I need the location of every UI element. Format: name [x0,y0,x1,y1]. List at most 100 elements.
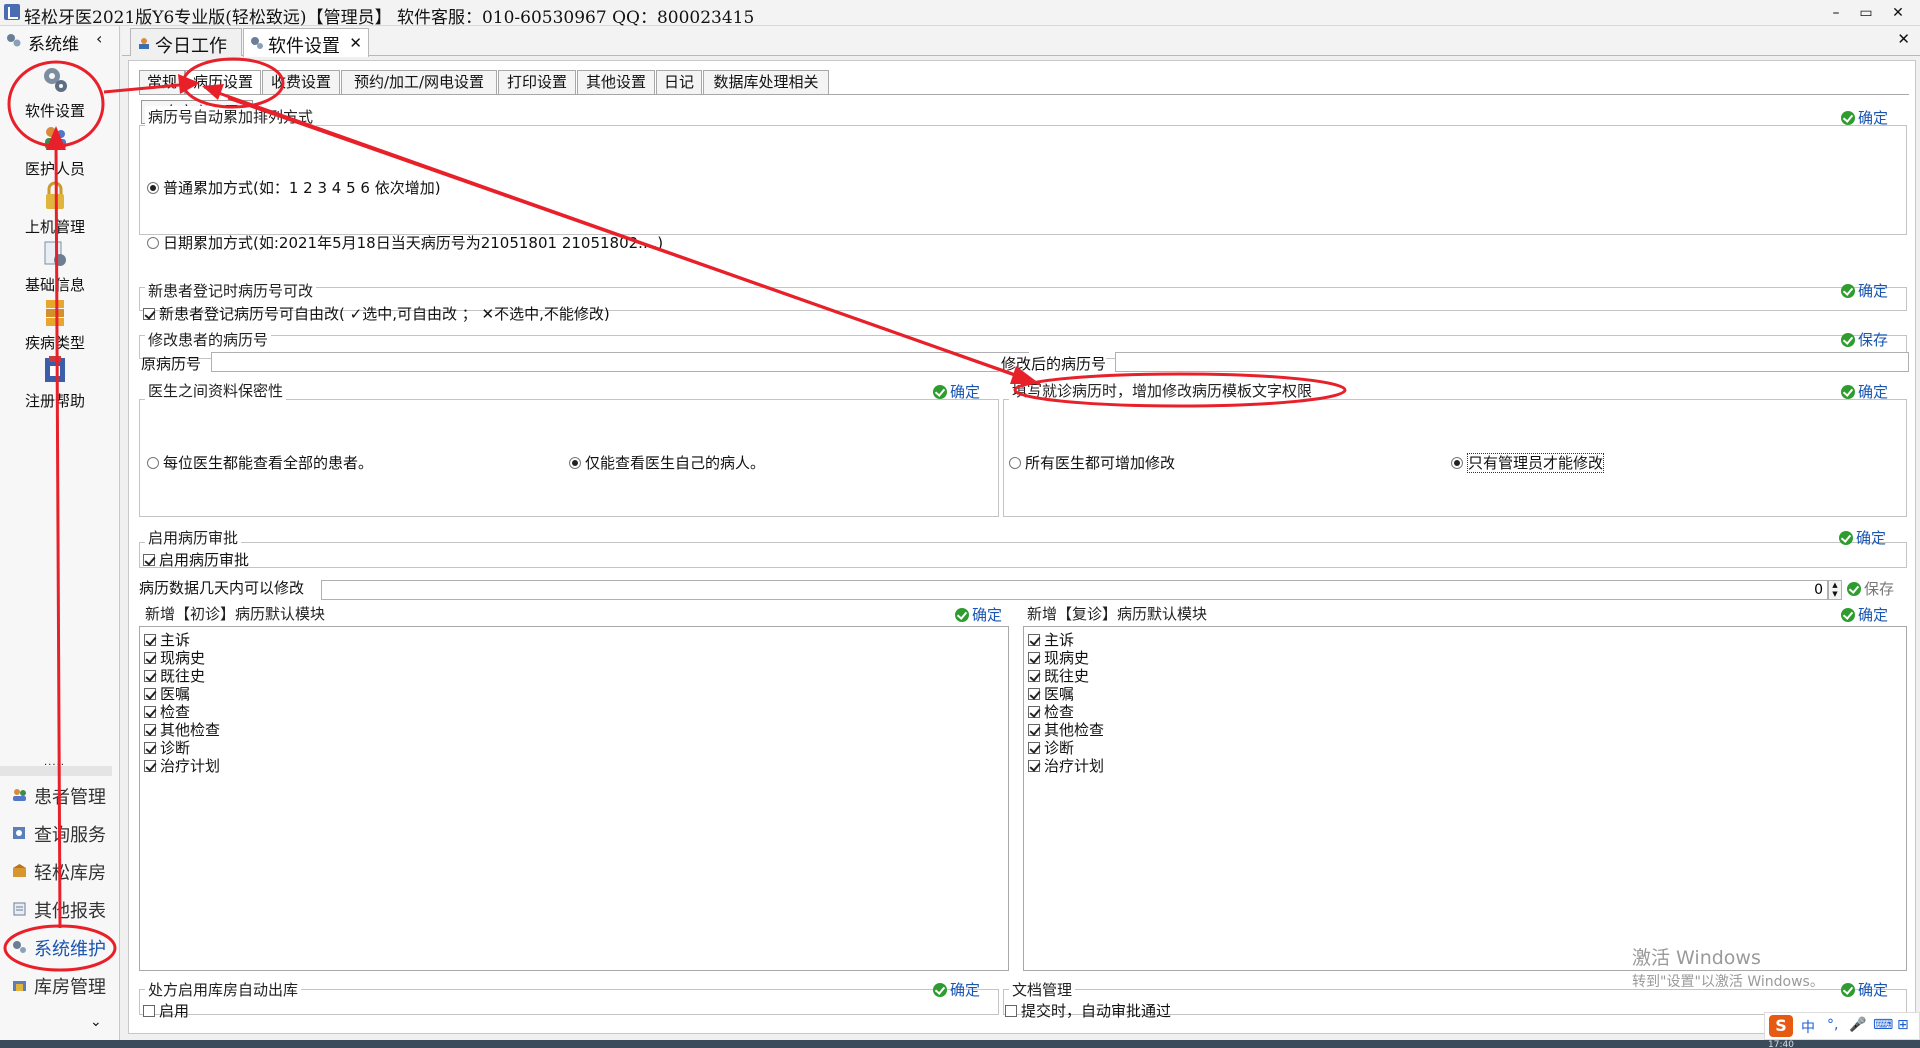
prescription-title: 处方启用库房自动出库 [145,979,302,1000]
punctuation-icon[interactable]: °, [1827,1017,1838,1033]
initial-modules-list: 主诉 现病史 既往史 医嘱 检查 其他检查 诊断 治疗计划 [139,626,1009,971]
edit-days-input[interactable] [321,580,1828,600]
close-tab-icon[interactable]: ✕ [349,34,362,52]
tab-software-settings[interactable]: 软件设置 ✕ [243,28,369,57]
initial-module-item[interactable]: 治疗计划 [144,755,220,776]
subtab-print[interactable]: 打印设置 [498,70,576,94]
tool-basic-info[interactable]: 基础信息 [10,238,100,304]
checkbox-box [144,724,156,736]
save-check-icon [1847,582,1861,596]
subtab-other[interactable]: 其他设置 [577,70,655,94]
documents-title: 文档管理 [1009,979,1076,1000]
help-icon [45,356,65,382]
checkbox-prescription-enable[interactable]: 启用 [143,1000,189,1021]
checkbox-box [144,670,156,682]
checkbox-box [143,308,155,320]
edit-days-save-button[interactable]: 保存 [1847,578,1894,599]
nav-label: 库房管理 [34,977,106,998]
tool-medical-staff[interactable]: 医护人员 [10,122,100,188]
radio-view-all-patients[interactable]: 每位医生都能查看全部的患者。 [147,452,373,473]
tool-login-management[interactable]: 上机管理 [10,180,100,246]
scroll-down-icon[interactable]: ⌄ [90,1014,102,1030]
subtab-general[interactable]: 常规 [139,70,185,94]
nav-store-management[interactable]: 库房管理 [10,970,115,1000]
maintenance-icon [13,941,26,953]
numbering-confirm-button[interactable]: 确定 [1841,107,1888,128]
minimize-button[interactable]: – [1822,2,1850,24]
original-record-input[interactable] [211,352,1029,372]
radio-admin-only-edit[interactable]: 只有管理员才能修改 [1451,452,1605,473]
nav-query-service[interactable]: 查询服务 [10,818,115,848]
new-record-input[interactable] [1115,352,1909,372]
template-permission-confirm-button[interactable]: 确定 [1841,381,1888,402]
edit-days-spinner[interactable]: ▲ ▼ [1828,580,1842,600]
nav-patient-management[interactable]: 患者管理 [10,780,115,810]
subtab-appointment[interactable]: 预约/加工/网电设置 [341,70,497,94]
save-check-icon [1841,333,1855,347]
followup-modules-confirm-button[interactable]: 确定 [1841,604,1888,625]
ime-mode-toggle[interactable]: 中 [1801,1017,1815,1037]
spin-down-icon[interactable]: ▼ [1832,590,1837,598]
modify-save-button[interactable]: 保存 [1841,329,1888,350]
initial-modules-confirm-button[interactable]: 确定 [955,604,1002,625]
checkbox-auto-approve[interactable]: 提交时，自动审批通过 [1005,1000,1171,1021]
close-all-tabs-icon[interactable]: ✕ [1897,30,1910,48]
nav-easy-warehouse[interactable]: 轻松库房 [10,856,115,886]
documents-confirm-button[interactable]: 确定 [1841,979,1888,1000]
toolbox-icon[interactable]: ⊞ [1897,1017,1909,1033]
restore-button[interactable]: ▭ [1852,2,1880,24]
collapse-panel-button[interactable]: ‹ [96,29,102,48]
tool-label: 医护人员 [24,160,85,178]
splitter-handle[interactable]: ····· [44,760,65,771]
followup-module-item[interactable]: 治疗计划 [1028,755,1104,776]
keyboard-icon[interactable]: ⌨ [1873,1017,1893,1033]
subtab-diary[interactable]: 日记 [656,70,702,94]
checkbox-new-patient-editable[interactable]: 新患者登记病历号可自由改( ✓选中,可自由改 ； ✕不选中,不能修改) [143,303,610,324]
radio-all-doctors-edit[interactable]: 所有医生都可增加修改 [1009,452,1175,473]
subtab-database[interactable]: 数据库处理相关 [703,70,829,94]
radio-dot [147,237,159,249]
confirm-check-icon [955,608,969,622]
radio-date-numbering[interactable]: 日期累加方式(如:2021年5月18日当天病历号为21051801 210518… [147,232,663,253]
radio-view-own-patients[interactable]: 仅能查看医生自己的病人。 [569,452,765,473]
edit-days-label: 病历数据几天内可以修改 [139,579,305,597]
info-icon [44,241,66,266]
left-panel-title: 系统维 [28,35,79,55]
settings-content: 常规 病历设置 收费设置 预约/加工/网电设置 打印设置 其他设置 日记 数据库… [128,60,1916,1034]
confirm-check-icon [1841,111,1855,125]
clock: 17:40 [1768,1040,1794,1048]
nav-label: 患者管理 [34,787,106,808]
confirm-check-icon [1841,983,1855,997]
tool-registration-help[interactable]: 注册帮助 [10,354,100,420]
warehouse-icon [13,864,26,877]
gears-small-icon [7,34,21,47]
window-title: 轻松牙医2021版Y6专业版(轻松致远)【管理员】 软件客服：010-60530… [24,8,755,28]
subtab-billing[interactable]: 收费设置 [262,70,340,94]
privacy-confirm-button[interactable]: 确定 [933,381,980,402]
nav-system-maintenance[interactable]: 系统维护 [10,932,115,962]
initial-modules-title: 新增【初诊】病历默认模块 [145,605,326,623]
microphone-icon[interactable]: 🎤 [1849,1017,1866,1033]
subtab-medical-record[interactable]: 病历设置 [185,70,261,95]
new-patient-confirm-button[interactable]: 确定 [1841,280,1888,301]
prescription-confirm-button[interactable]: 确定 [933,979,980,1000]
close-window-button[interactable]: ✕ [1884,2,1912,24]
spin-up-icon[interactable]: ▲ [1832,581,1837,589]
gears-icon [44,68,67,92]
confirm-check-icon [1841,385,1855,399]
approval-confirm-button[interactable]: 确定 [1839,527,1886,548]
tool-label: 软件设置 [24,102,85,120]
checkbox-box [1028,742,1040,754]
checkbox-box [1028,724,1040,736]
tool-software-settings[interactable]: 软件设置 [10,64,100,130]
radio-normal-numbering[interactable]: 普通累加方式(如：1 2 3 4 5 6 依次增加) [147,177,441,198]
tool-disease-types[interactable]: 疾病类型 [10,296,100,362]
subtab-baseline [139,94,1909,95]
nav-other-reports[interactable]: 其他报表 [10,894,115,924]
checkbox-enable-approval[interactable]: 启用病历审批 [143,549,249,570]
app-logo-icon [4,4,20,20]
sogou-logo-icon[interactable]: S [1769,1015,1793,1037]
tab-today-work[interactable]: 今日工作 [130,28,242,57]
nav-label: 查询服务 [34,825,106,846]
radio-dot [147,182,159,194]
